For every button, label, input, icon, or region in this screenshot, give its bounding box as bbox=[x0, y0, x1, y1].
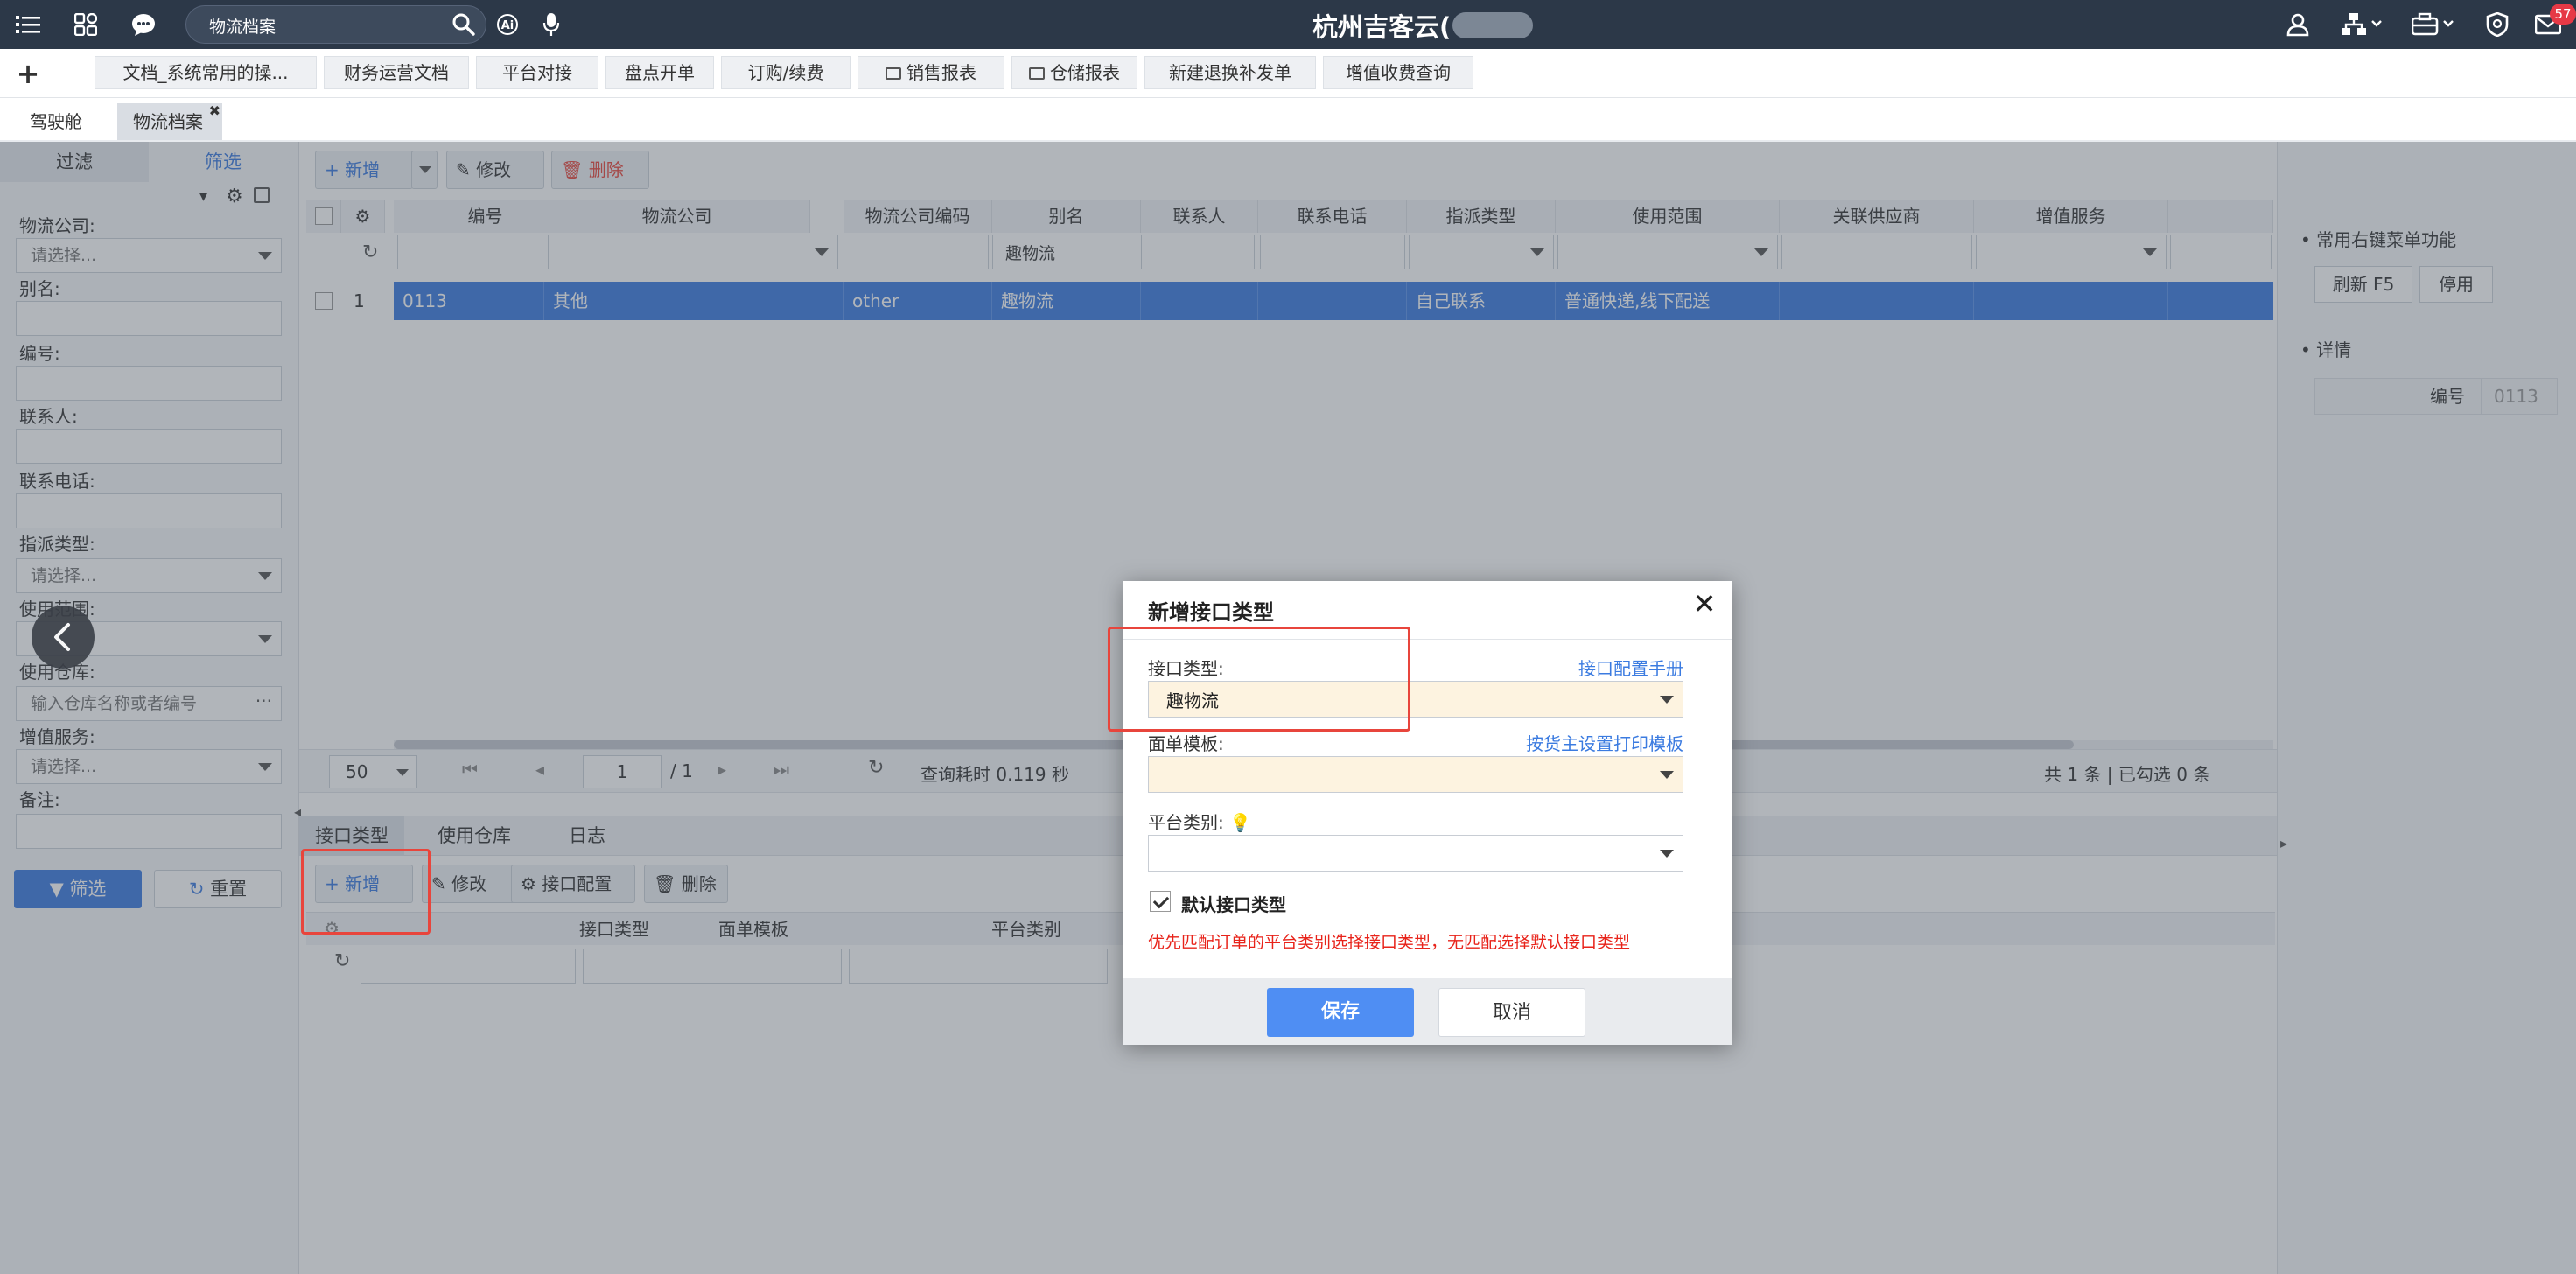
dialog-divider bbox=[1124, 639, 1732, 640]
tab-dashboard[interactable]: 驾驶舱 bbox=[14, 103, 98, 140]
global-search[interactable] bbox=[186, 5, 486, 44]
quick-item-label: 盘点开单 bbox=[625, 62, 695, 83]
chat-icon[interactable] bbox=[126, 7, 161, 42]
quick-item-label: 销售报表 bbox=[906, 62, 976, 83]
tab-logistics-archive[interactable]: 物流档案 ✖ bbox=[117, 102, 222, 140]
quick-item[interactable]: 盘点开单 bbox=[606, 56, 714, 89]
ai-icon[interactable]: Ai bbox=[490, 7, 525, 42]
owner-template-link[interactable]: 按货主设置打印模板 bbox=[1526, 730, 1684, 755]
platform-label: 平台类别: 💡 bbox=[1148, 808, 1251, 834]
quick-item[interactable]: 财务运营文档 bbox=[324, 56, 469, 89]
interface-type-label: 接口类型: bbox=[1148, 658, 1224, 679]
org-icon[interactable] bbox=[2336, 7, 2389, 42]
add-shortcut-button[interactable]: + bbox=[12, 56, 44, 91]
hint-text: 优先匹配订单的平台类别选择接口类型，无匹配选择默认接口类型 bbox=[1148, 933, 1631, 952]
interface-manual-link[interactable]: 接口配置手册 bbox=[1578, 654, 1684, 680]
dialog-footer: 保存 取消 bbox=[1124, 978, 1732, 1045]
quick-item-label: 财务运营文档 bbox=[344, 62, 449, 83]
platform-input[interactable] bbox=[1149, 836, 1639, 871]
apps-icon[interactable] bbox=[68, 7, 103, 42]
tab-label: 驾驶舱 bbox=[30, 111, 82, 132]
cancel-button[interactable]: 取消 bbox=[1438, 988, 1586, 1037]
folder-icon bbox=[1029, 67, 1045, 80]
chevron-down-icon bbox=[1660, 696, 1674, 704]
shield-icon[interactable] bbox=[2480, 7, 2515, 42]
quick-item-label: 增值收费查询 bbox=[1346, 62, 1451, 83]
dialog-title: 新增接口类型 bbox=[1148, 600, 1274, 625]
interface-type-select[interactable] bbox=[1148, 681, 1684, 718]
redacted-account-pill bbox=[1452, 12, 1533, 38]
menu-icon[interactable] bbox=[10, 7, 46, 42]
page-tabs: 驾驶舱 物流档案 ✖ bbox=[0, 98, 2576, 142]
default-interface-checkbox[interactable] bbox=[1150, 891, 1171, 912]
notification-badge[interactable]: 57 bbox=[2550, 4, 2576, 24]
search-icon[interactable] bbox=[451, 11, 477, 38]
quick-item-label: 平台对接 bbox=[502, 62, 572, 83]
quick-item-label: 新建退换补发单 bbox=[1169, 62, 1292, 83]
interface-type-input[interactable] bbox=[1149, 682, 1639, 717]
add-interface-type-dialog: 新增接口类型 ✕ 接口类型: 接口配置手册 面单模板: 按货主设置打印模板 平台… bbox=[1124, 581, 1732, 1045]
quick-item-label: 文档_系统常用的操... bbox=[122, 62, 289, 83]
user-icon[interactable] bbox=[2280, 7, 2315, 42]
quick-item-label: 仓储报表 bbox=[1050, 62, 1120, 83]
template-input[interactable] bbox=[1149, 757, 1639, 792]
chevron-left-icon bbox=[54, 623, 70, 651]
quick-access-bar: + 文档_系统常用的操... 财务运营文档 平台对接 盘点开单 订购/续费 销售… bbox=[0, 49, 2576, 98]
tab-label: 物流档案 bbox=[133, 111, 203, 132]
default-interface-label: 默认接口类型 bbox=[1181, 894, 1286, 915]
briefcase-icon[interactable] bbox=[2408, 7, 2460, 42]
save-button[interactable]: 保存 bbox=[1267, 988, 1414, 1037]
quick-item[interactable]: 增值收费查询 bbox=[1323, 56, 1474, 89]
folder-icon bbox=[886, 67, 901, 80]
lightbulb-icon[interactable]: 💡 bbox=[1229, 812, 1251, 833]
platform-label-text: 平台类别: bbox=[1148, 812, 1224, 833]
quick-item-label: 订购/续费 bbox=[747, 62, 824, 83]
back-button[interactable] bbox=[32, 606, 94, 668]
search-input[interactable] bbox=[207, 13, 444, 38]
quick-item[interactable]: 销售报表 bbox=[858, 56, 1004, 89]
quick-item[interactable]: 文档_系统常用的操... bbox=[94, 56, 317, 89]
chevron-down-icon bbox=[1660, 771, 1674, 779]
quick-item[interactable]: 订购/续费 bbox=[721, 56, 850, 89]
mic-icon[interactable] bbox=[534, 7, 569, 42]
template-label: 面单模板: bbox=[1148, 733, 1224, 754]
platform-select[interactable] bbox=[1148, 835, 1684, 872]
close-icon[interactable]: ✖ bbox=[209, 93, 220, 130]
close-icon[interactable]: ✕ bbox=[1689, 588, 1720, 620]
chevron-down-icon bbox=[1660, 850, 1674, 858]
svg-text:Ai: Ai bbox=[501, 19, 514, 32]
quick-item[interactable]: 平台对接 bbox=[476, 56, 598, 89]
template-select[interactable] bbox=[1148, 756, 1684, 793]
top-header: Ai 杭州吉客云( 57 bbox=[0, 0, 2576, 49]
quick-item[interactable]: 新建退换补发单 bbox=[1144, 56, 1316, 89]
quick-item[interactable]: 仓储报表 bbox=[1012, 56, 1138, 89]
